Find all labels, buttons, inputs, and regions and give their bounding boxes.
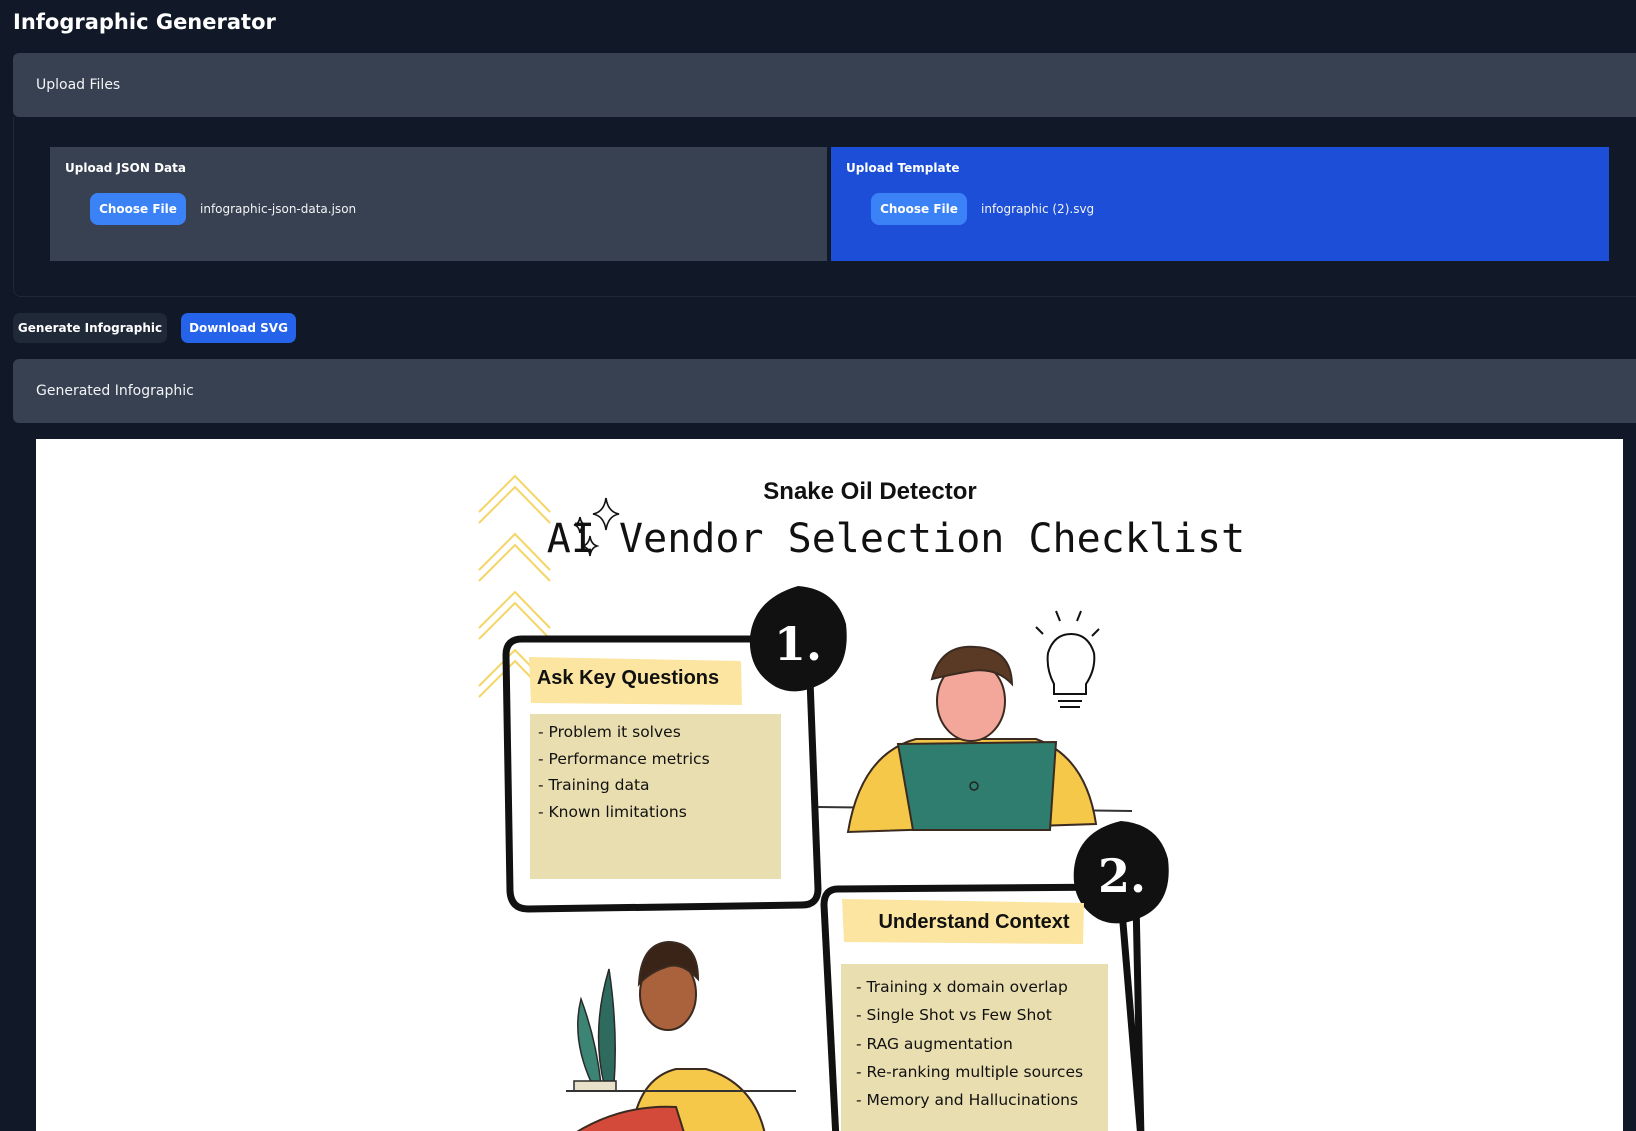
generate-infographic-button[interactable]: Generate Infographic — [13, 313, 167, 343]
step2-item: - Re-ranking multiple sources — [856, 1063, 1083, 1081]
upload-json-card: Upload JSON Data Choose File infographic… — [50, 147, 827, 261]
choose-json-file-button[interactable]: Choose File — [90, 193, 186, 225]
man-with-laptop-illustration — [817, 645, 1133, 834]
step1-item: - Known limitations — [538, 803, 687, 821]
template-file-name: infographic (2).svg — [981, 202, 1095, 216]
infographic-subtitle: Snake Oil Detector — [763, 478, 976, 505]
download-svg-button[interactable]: Download SVG — [181, 313, 296, 343]
infographic-canvas: Snake Oil Detector AI Vendor Selection C… — [36, 439, 1623, 1131]
step2-item: - RAG augmentation — [856, 1035, 1013, 1053]
step1-item: - Performance metrics — [538, 750, 710, 768]
step2-item: - Memory and Hallucinations — [856, 1091, 1078, 1109]
step1-item: - Training data — [538, 776, 650, 794]
upload-files-header[interactable]: Upload Files — [13, 53, 1636, 117]
step1-number: 1. — [774, 617, 822, 671]
json-file-row: Choose File infographic-json-data.json — [90, 193, 356, 225]
template-file-row: Choose File infographic (2).svg — [871, 193, 1094, 225]
woman-writing-illustration — [566, 940, 796, 1131]
step2-item: - Training x domain overlap — [856, 978, 1068, 996]
choose-template-file-button[interactable]: Choose File — [871, 193, 967, 225]
step2-item: - Single Shot vs Few Shot — [856, 1006, 1052, 1024]
infographic-svg: Snake Oil Detector AI Vendor Selection C… — [478, 474, 1245, 1131]
generated-infographic-header[interactable]: Generated Infographic — [13, 359, 1636, 423]
app-title: Infographic Generator — [13, 10, 276, 34]
step2-heading: Understand Context — [878, 911, 1069, 933]
lightbulb-icon — [1035, 610, 1100, 708]
upload-template-label: Upload Template — [846, 161, 960, 175]
step1-heading: Ask Key Questions — [537, 667, 719, 689]
infographic-title: AI Vendor Selection Checklist — [547, 516, 1245, 562]
upload-template-card: Upload Template Choose File infographic … — [831, 147, 1609, 261]
step2-number: 2. — [1098, 849, 1146, 903]
upload-json-label: Upload JSON Data — [65, 161, 186, 175]
json-file-name: infographic-json-data.json — [200, 202, 357, 216]
step1-item: - Problem it solves — [538, 723, 681, 741]
